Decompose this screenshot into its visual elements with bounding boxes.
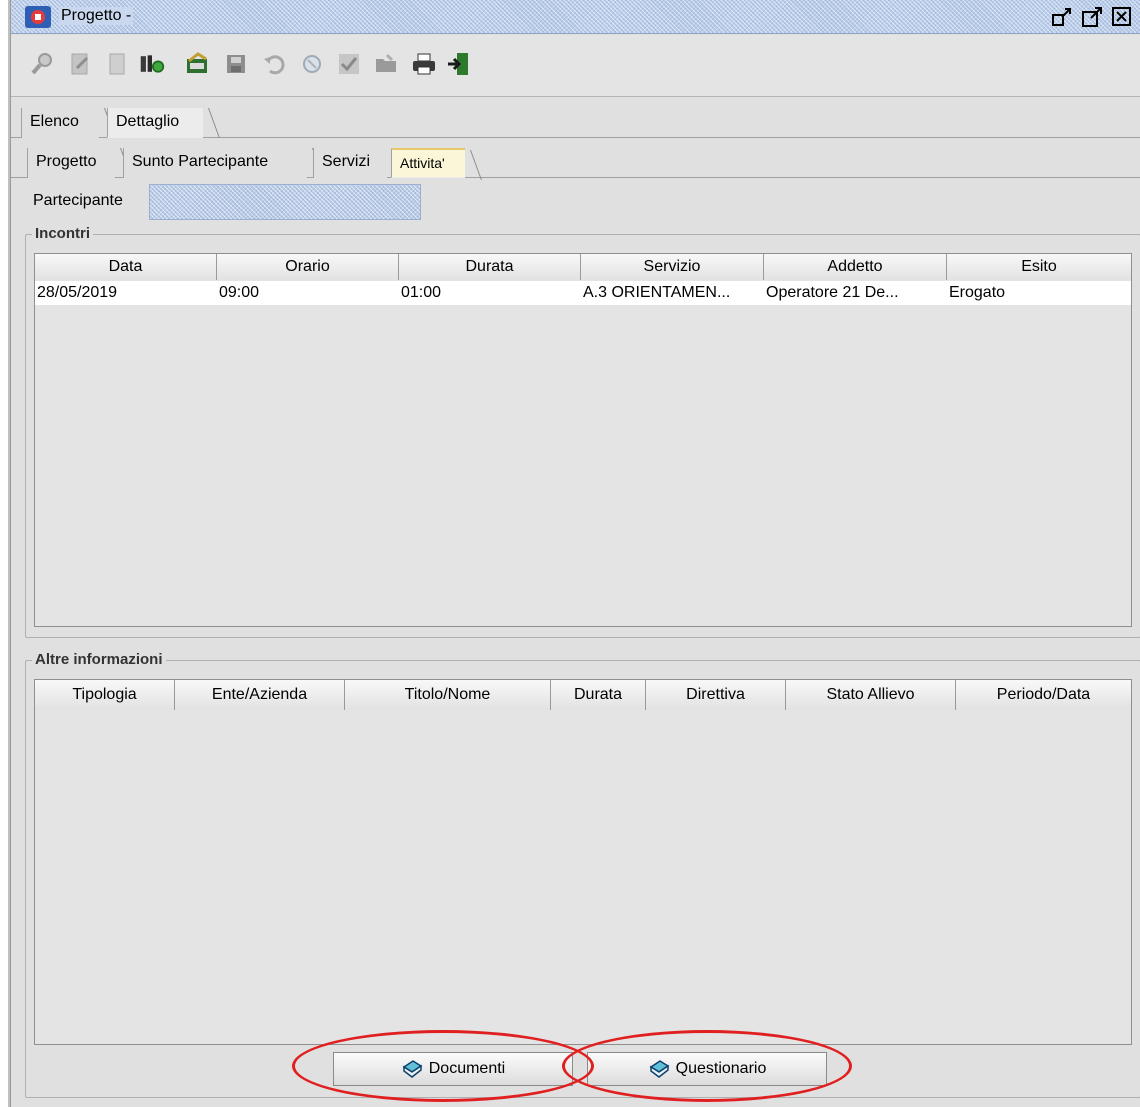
- documenti-button[interactable]: Documenti: [333, 1052, 573, 1086]
- questionario-label: Questionario: [675, 1060, 767, 1077]
- col-titolo-nome[interactable]: Titolo/Nome: [345, 680, 551, 710]
- col-tipologia[interactable]: Tipologia: [35, 680, 175, 710]
- cell-orario: 09:00: [219, 284, 260, 301]
- partecipante-field[interactable]: [149, 184, 421, 220]
- questionario-button[interactable]: Questionario: [587, 1052, 827, 1086]
- col-direttiva[interactable]: Direttiva: [646, 680, 786, 710]
- tab-progetto-label: Progetto: [36, 153, 97, 170]
- col-ente-azienda[interactable]: Ente/Azienda: [175, 680, 345, 710]
- cell-addetto: Operatore 21 De...: [766, 284, 899, 301]
- save-icon[interactable]: [223, 51, 249, 77]
- tab-sunto-partecipante[interactable]: Sunto Partecipante: [123, 148, 307, 178]
- tab-progetto[interactable]: Progetto: [27, 148, 115, 178]
- info-icon[interactable]: [139, 51, 165, 77]
- main-tab-row: Elenco Dettaglio: [11, 104, 1140, 138]
- altre-informazioni-table: Tipologia Ente/Azienda Titolo/Nome Durat…: [34, 679, 1132, 1045]
- cell-durata: 01:00: [401, 284, 442, 301]
- tab-attivita[interactable]: Attivita': [391, 148, 465, 178]
- altre-informazioni-title: Altre informazioni: [32, 651, 166, 668]
- open-icon[interactable]: [184, 51, 210, 77]
- incontri-group: Incontri Data Orario Durata Servizio Add…: [25, 225, 1140, 638]
- print-icon[interactable]: [411, 51, 437, 77]
- new-document-icon[interactable]: [104, 51, 130, 77]
- exit-icon[interactable]: [445, 51, 471, 77]
- tab-attivita-label: Attivita': [400, 155, 445, 171]
- tab-sunto-partecipante-label: Sunto Partecipante: [132, 153, 269, 170]
- edit-icon[interactable]: [67, 51, 93, 77]
- incontri-title: Incontri: [32, 225, 93, 242]
- col-esito[interactable]: Esito: [947, 254, 1131, 280]
- undo-icon[interactable]: [261, 51, 287, 77]
- col-stato-allievo[interactable]: Stato Allievo: [786, 680, 956, 710]
- refresh-icon[interactable]: [299, 51, 325, 77]
- col-addetto[interactable]: Addetto: [764, 254, 947, 280]
- restore-icon[interactable]: [1051, 6, 1073, 28]
- tab-servizi[interactable]: Servizi: [313, 148, 387, 178]
- close-icon[interactable]: [1111, 6, 1133, 28]
- title-bar[interactable]: Progetto -: [11, 0, 1140, 34]
- search-icon[interactable]: [29, 51, 55, 77]
- maximize-icon[interactable]: [1081, 6, 1103, 28]
- cell-servizio: A.3 ORIENTAMEN...: [583, 284, 731, 301]
- incontri-table-header: Data Orario Durata Servizio Addetto Esit…: [35, 254, 1131, 280]
- toolbar: [11, 35, 1140, 97]
- window-left-edge: [0, 0, 10, 1107]
- sub-tab-row: Progetto Sunto Partecipante Servizi Atti…: [11, 144, 1140, 178]
- col-orario[interactable]: Orario: [217, 254, 399, 280]
- incontri-table: Data Orario Durata Servizio Addetto Esit…: [34, 253, 1132, 627]
- book-icon: [649, 1060, 670, 1078]
- col-durata[interactable]: Durata: [399, 254, 581, 280]
- folder-icon[interactable]: [373, 51, 399, 77]
- window-controls: [1051, 6, 1133, 28]
- col-servizio[interactable]: Servizio: [581, 254, 764, 280]
- tab-elenco-label: Elenco: [30, 113, 79, 130]
- tab-dettaglio[interactable]: Dettaglio: [107, 108, 203, 138]
- app-logo-icon: [25, 6, 51, 28]
- partecipante-label: Partecipante: [33, 192, 123, 209]
- validate-icon[interactable]: [336, 51, 362, 77]
- cell-esito: Erogato: [949, 284, 1006, 301]
- cell-data: 28/05/2019: [37, 284, 118, 301]
- window-title: Progetto -: [59, 7, 134, 25]
- tab-dettaglio-label: Dettaglio: [116, 113, 180, 130]
- book-icon: [402, 1060, 423, 1078]
- progetto-window: Progetto - Elenco Dettaglio Progetto Sun…: [10, 0, 1140, 1107]
- table-row[interactable]: 28/05/2019 09:00 01:00 A.3 ORIENTAMEN...…: [35, 281, 1131, 305]
- altre-table-header: Tipologia Ente/Azienda Titolo/Nome Durat…: [35, 680, 1131, 710]
- col-periodo-data[interactable]: Periodo/Data: [956, 680, 1131, 710]
- tab-elenco[interactable]: Elenco: [21, 108, 99, 138]
- altre-informazioni-group: Altre informazioni Tipologia Ente/Aziend…: [25, 651, 1140, 1098]
- documenti-label: Documenti: [428, 1060, 506, 1077]
- tab-servizi-label: Servizi: [322, 153, 371, 170]
- col-durata-altre[interactable]: Durata: [551, 680, 646, 710]
- col-data[interactable]: Data: [35, 254, 217, 280]
